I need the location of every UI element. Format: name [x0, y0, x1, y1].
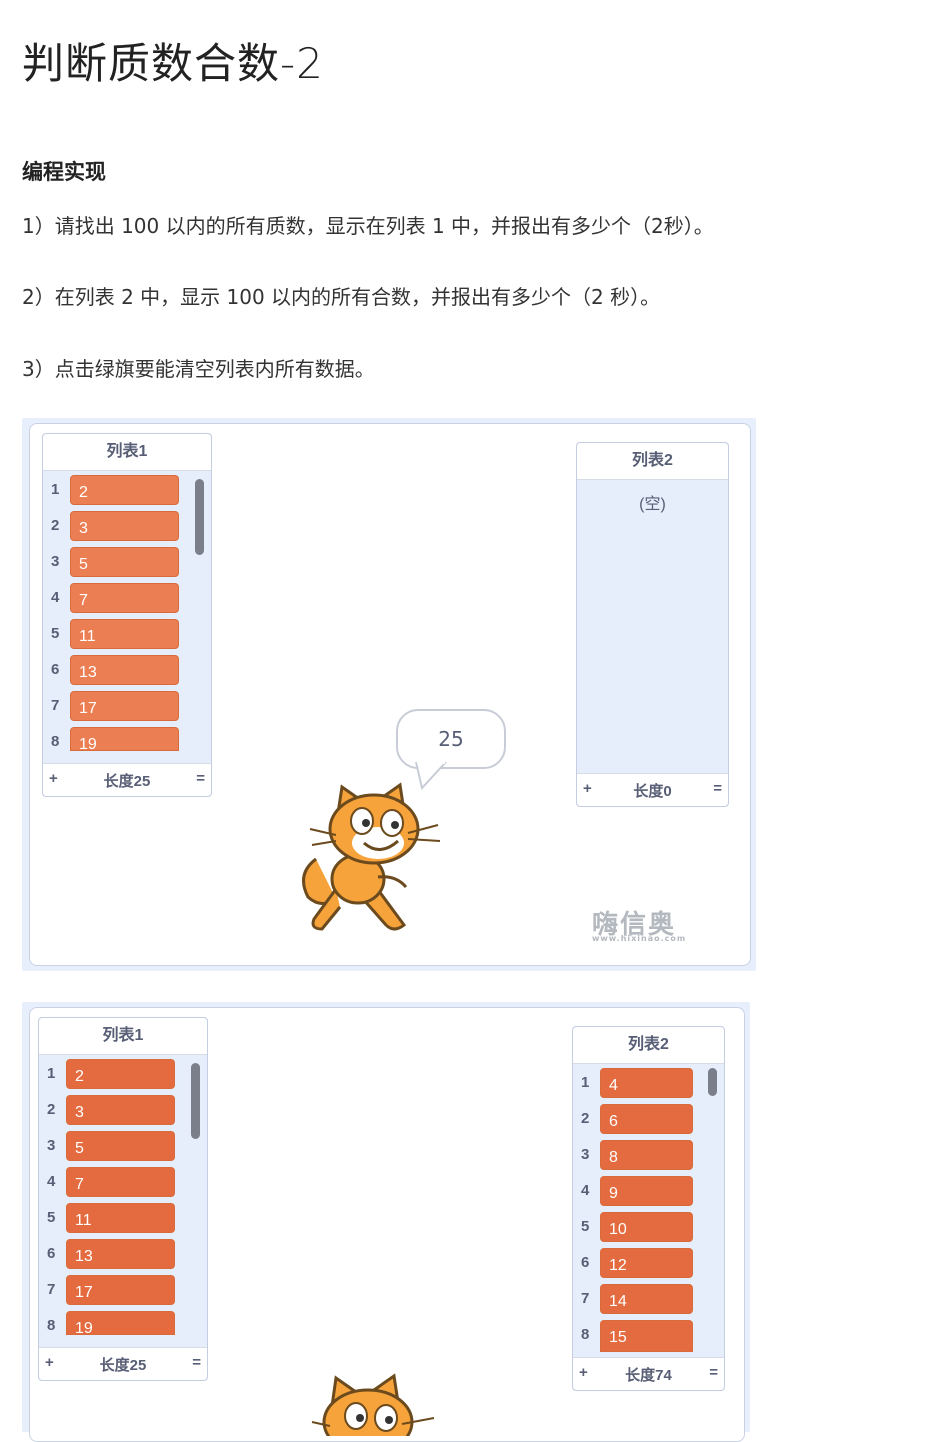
list-value[interactable]: 19: [70, 727, 179, 753]
list-index: 8: [51, 733, 60, 750]
stage-canvas: 列表1 12 23 35 47 5 11 6 13 7 17 8 19 + 长度25 =…: [29, 423, 751, 966]
list1-monitor[interactable]: 列表1 12 23 35 47 5 11 6 13 7 17 8 19 + 长度25 =: [42, 433, 212, 797]
list2-title: 列表2: [577, 443, 728, 480]
speech-bubble: 25: [396, 709, 506, 769]
list-value[interactable]: 14: [600, 1284, 693, 1314]
list-index: 7: [581, 1290, 590, 1307]
list-value[interactable]: 7: [70, 583, 179, 613]
list-value[interactable]: 11: [70, 619, 179, 649]
list1-scrollbar[interactable]: [195, 479, 204, 555]
step-1: 1）请找出 100 以内的所有质数，显示在列表 1 中，并报出有多少个（2秒）。: [22, 214, 714, 238]
list-index: 1: [47, 1065, 56, 1082]
watermark-url: www.hixinao.com: [592, 934, 687, 943]
list-value[interactable]: 11: [66, 1203, 175, 1233]
list-index: 6: [581, 1254, 590, 1271]
list2-monitor[interactable]: 列表2 14 26 38 49 5 10 6 12 7 14 8 15 + 长度74 =: [572, 1026, 725, 1391]
list-value[interactable]: 3: [70, 511, 179, 541]
list2-monitor[interactable]: 列表2 (空) + 长度0 =: [576, 442, 729, 807]
list-index: 4: [51, 589, 60, 606]
resize-handle[interactable]: =: [192, 1354, 201, 1371]
list2-empty-label: (空): [639, 496, 666, 513]
list-value[interactable]: 17: [66, 1275, 175, 1305]
section-heading: 编程实现: [22, 160, 106, 184]
resize-handle[interactable]: =: [713, 780, 722, 797]
list-value[interactable]: 2: [70, 475, 179, 505]
list-index: 2: [581, 1110, 590, 1127]
list-value[interactable]: 8: [600, 1140, 693, 1170]
list-index: 7: [51, 697, 60, 714]
list-index: 6: [51, 661, 60, 678]
list-index: 2: [47, 1101, 56, 1118]
list-index: 6: [47, 1245, 56, 1262]
list-index: 5: [47, 1209, 56, 1226]
resize-handle[interactable]: =: [196, 770, 205, 787]
list-value[interactable]: 13: [66, 1239, 175, 1269]
list1-scrollbar[interactable]: [191, 1063, 200, 1139]
list-value[interactable]: 5: [66, 1131, 175, 1161]
speech-text: 25: [438, 727, 464, 751]
step-3: 3）点击绿旗要能清空列表内所有数据。: [22, 357, 375, 381]
stage-screenshot-1: 列表1 12 23 35 47 5 11 6 13 7 17 8 19 + 长度25 =…: [22, 418, 756, 971]
list1-length: 长度25: [103, 773, 151, 790]
list-value[interactable]: 6: [600, 1104, 693, 1134]
list-value[interactable]: 10: [600, 1212, 693, 1242]
list-value[interactable]: 13: [70, 655, 179, 685]
list-value[interactable]: 9: [600, 1176, 693, 1206]
list1-footer: + 长度25 =: [43, 763, 211, 796]
list-value[interactable]: 17: [70, 691, 179, 721]
stage-canvas: 列表1 12 23 35 47 5 11 6 13 7 17 8 19 + 长度25 =…: [29, 1007, 745, 1442]
list-index: 3: [581, 1146, 590, 1163]
list-index: 4: [581, 1182, 590, 1199]
list-index: 1: [51, 481, 60, 498]
resize-handle[interactable]: =: [709, 1364, 718, 1381]
list2-footer: + 长度0 =: [577, 773, 728, 806]
list-value[interactable]: 4: [600, 1068, 693, 1098]
list1-title: 列表1: [43, 434, 211, 471]
list-value[interactable]: 15: [600, 1320, 693, 1352]
list1-title: 列表1: [39, 1018, 207, 1055]
list2-length: 长度74: [625, 1367, 672, 1384]
list-index: 4: [47, 1173, 56, 1190]
list2-footer: + 长度74 =: [573, 1357, 724, 1390]
list-index: 5: [581, 1218, 590, 1235]
list-index: 3: [47, 1137, 56, 1154]
list-index: 3: [51, 553, 60, 570]
list2-title: 列表2: [573, 1027, 724, 1064]
list-index: 1: [581, 1074, 590, 1091]
step-2: 2）在列表 2 中，显示 100 以内的所有合数，并报出有多少个（2 秒）。: [22, 285, 661, 309]
cat-sprite-icon[interactable]: [296, 779, 446, 939]
list-index: 8: [581, 1326, 590, 1343]
list-index: 8: [47, 1317, 56, 1334]
list1-footer: + 长度25 =: [39, 1347, 207, 1380]
list2-length: 长度0: [633, 783, 672, 800]
list1-monitor[interactable]: 列表1 12 23 35 47 5 11 6 13 7 17 8 19 + 长度25 =: [38, 1017, 208, 1381]
list-value[interactable]: 7: [66, 1167, 175, 1197]
list-index: 5: [51, 625, 60, 642]
page-title: 判断质数合数-2: [22, 39, 324, 88]
stage-screenshot-2: 列表1 12 23 35 47 5 11 6 13 7 17 8 19 + 长度25 =…: [22, 1002, 750, 1442]
list-index: 7: [47, 1281, 56, 1298]
list-value[interactable]: 3: [66, 1095, 175, 1125]
list-value[interactable]: 5: [70, 547, 179, 577]
list-index: 2: [51, 517, 60, 534]
list-value[interactable]: 2: [66, 1059, 175, 1089]
list1-length: 长度25: [99, 1357, 147, 1374]
list-value[interactable]: 12: [600, 1248, 693, 1278]
list-value[interactable]: 19: [66, 1311, 175, 1337]
list2-scrollbar[interactable]: [708, 1068, 717, 1096]
